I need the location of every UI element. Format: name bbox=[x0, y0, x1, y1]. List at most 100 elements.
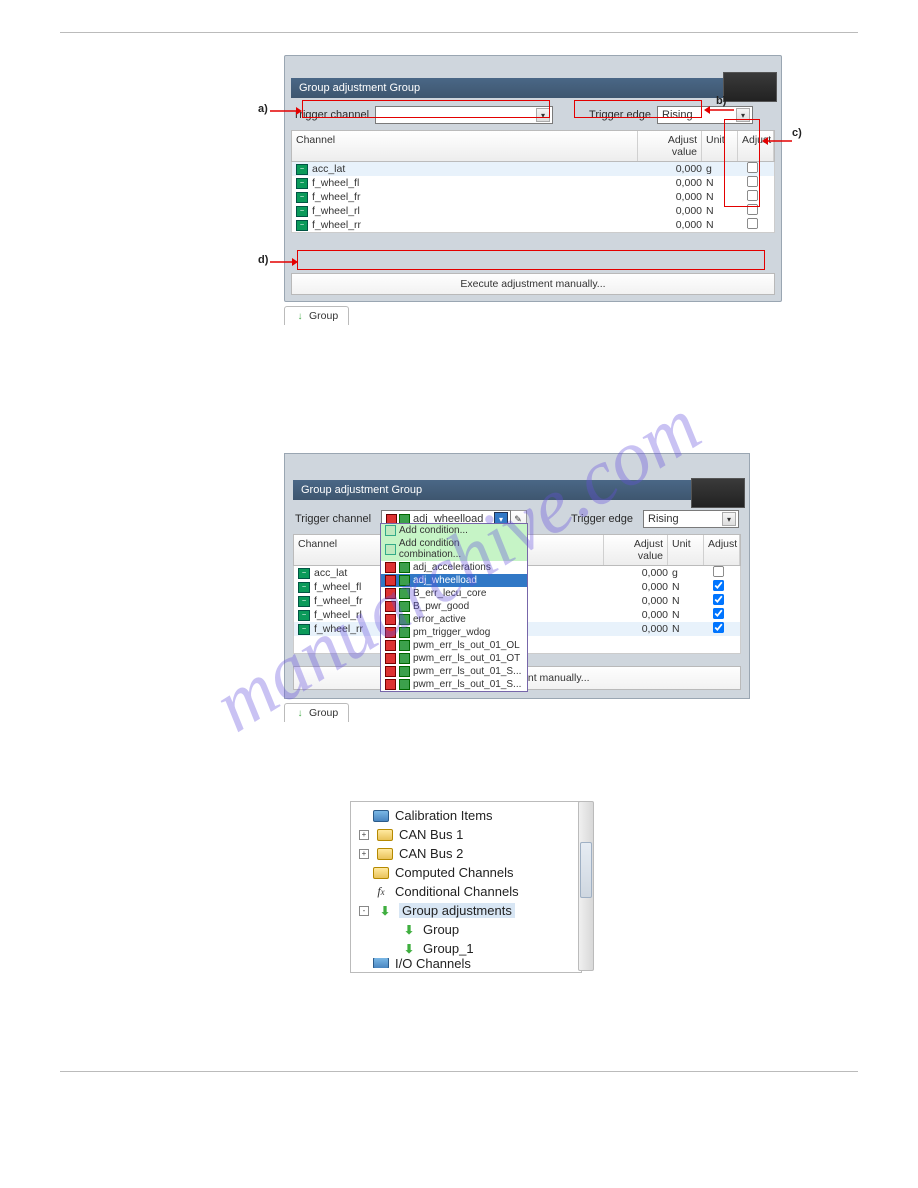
tab-strip: ↓ Group bbox=[284, 703, 750, 722]
tree-label: Group adjustments bbox=[399, 903, 515, 918]
dd-add-condition[interactable]: Add condition... bbox=[381, 524, 527, 537]
condition-icon bbox=[385, 601, 396, 612]
dropdown-item[interactable]: error_active bbox=[381, 613, 527, 626]
trigger-channel-label: Trigger channel bbox=[295, 513, 371, 525]
arrow-right-icon bbox=[270, 107, 302, 115]
unit: N bbox=[668, 623, 700, 635]
dropdown-item[interactable]: adj_accelerations bbox=[381, 561, 527, 574]
channel-name: f_wheel_rl bbox=[312, 205, 638, 217]
channel-row[interactable]: ~f_wheel_fr0,000N bbox=[292, 190, 774, 204]
trigger-channel-dropdown[interactable]: Add condition... Add condition combinati… bbox=[380, 523, 528, 692]
dd-label: Add condition... bbox=[399, 525, 468, 536]
unit: g bbox=[668, 567, 700, 579]
channel-name: acc_lat bbox=[312, 163, 638, 175]
dropdown-label: B_err_lecu_core bbox=[413, 588, 486, 599]
calib-icon bbox=[373, 958, 389, 968]
device-image bbox=[691, 478, 745, 508]
channel-row[interactable]: ~acc_lat0,000g bbox=[292, 162, 774, 176]
expander-icon[interactable]: + bbox=[359, 830, 369, 840]
dropdown-item[interactable]: pwm_err_ls_out_01_OL bbox=[381, 639, 527, 652]
tree-label: CAN Bus 1 bbox=[399, 827, 463, 842]
tree-item[interactable]: I/O Channels bbox=[357, 958, 575, 968]
tab-group[interactable]: ↓ Group bbox=[284, 703, 349, 722]
project-tree[interactable]: Calibration Items + CAN Bus 1 +CAN Bus 2 Com… bbox=[350, 801, 582, 973]
dropdown-label: pwm_err_ls_out_01_OT bbox=[413, 653, 520, 664]
adjust-checkbox[interactable] bbox=[712, 622, 723, 633]
expander-icon[interactable]: - bbox=[359, 906, 369, 916]
tree-item[interactable]: + CAN Bus 1 bbox=[357, 825, 575, 844]
adjust-value: 0,000 bbox=[604, 595, 668, 607]
channel-icon bbox=[399, 601, 410, 612]
tree-item[interactable]: -⬇ Group adjustments bbox=[357, 901, 575, 920]
col-channel[interactable]: Channel bbox=[292, 131, 638, 161]
dropdown-label: pwm_err_ls_out_01_OL bbox=[413, 640, 520, 651]
tree-item[interactable]: +CAN Bus 2 bbox=[357, 844, 575, 863]
trigger-edge-combo[interactable]: Rising ▾ bbox=[643, 510, 739, 528]
annotation-a: a) bbox=[258, 103, 268, 115]
condition-icon bbox=[385, 562, 396, 573]
tree-item[interactable]: Calibration Items bbox=[357, 806, 575, 825]
execute-adjustment-button[interactable]: Execute adjustment manually... bbox=[291, 273, 775, 295]
calib-icon bbox=[373, 810, 389, 822]
dropdown-item[interactable]: pwm_err_ls_out_01_S... bbox=[381, 678, 527, 691]
scrollbar[interactable] bbox=[578, 801, 594, 971]
channel-icon bbox=[399, 666, 410, 677]
expander-icon[interactable]: + bbox=[359, 849, 369, 859]
channel-icon: ~ bbox=[296, 178, 308, 189]
dropdown-label: adj_wheelload bbox=[413, 575, 477, 586]
dropdown-item[interactable]: pm_trigger_wdog bbox=[381, 626, 527, 639]
adjust-checkbox[interactable] bbox=[712, 566, 723, 577]
tree-item[interactable]: ⬇Group bbox=[357, 920, 575, 939]
arrow-left-icon bbox=[704, 106, 734, 114]
dropdown-item[interactable]: adj_wheelload bbox=[381, 574, 527, 587]
tree-label: Computed Channels bbox=[395, 865, 514, 880]
channel-icon bbox=[399, 627, 410, 638]
channel-icon: ~ bbox=[298, 596, 310, 607]
adjust-value: 0,000 bbox=[604, 623, 668, 635]
unit: N bbox=[668, 581, 700, 593]
channel-icon: ~ bbox=[298, 624, 310, 635]
dropdown-label: B_pwr_good bbox=[413, 601, 469, 612]
dropdown-item[interactable]: pwm_err_ls_out_01_OT bbox=[381, 652, 527, 665]
adjust-checkbox[interactable] bbox=[746, 218, 757, 229]
adjust-value: 0,000 bbox=[638, 219, 702, 231]
dd-add-condition-combination[interactable]: Add condition combination... bbox=[381, 537, 527, 561]
down-arrow-icon: ↓ bbox=[295, 708, 305, 718]
dropdown-label: pwm_err_ls_out_01_S... bbox=[413, 679, 521, 690]
col-unit[interactable]: Unit bbox=[668, 535, 704, 565]
chevron-down-icon[interactable]: ▾ bbox=[722, 512, 736, 526]
tree-label: Conditional Channels bbox=[395, 884, 519, 899]
dropdown-item[interactable]: B_pwr_good bbox=[381, 600, 527, 613]
tree-item[interactable]: ⬇Group_1 bbox=[357, 939, 575, 958]
down-arrow-icon: ⬇ bbox=[401, 942, 417, 956]
tree-item[interactable]: fxConditional Channels bbox=[357, 882, 575, 901]
dd-label: Add condition combination... bbox=[399, 538, 523, 560]
annotation-d: d) bbox=[258, 254, 268, 266]
condition-icon bbox=[385, 588, 396, 599]
adjust-value: 0,000 bbox=[604, 581, 668, 593]
tab-strip: ↓ Group bbox=[284, 306, 782, 325]
channel-row[interactable]: ~f_wheel_rr0,000N bbox=[292, 218, 774, 232]
dropdown-label: error_active bbox=[413, 614, 466, 625]
channel-row[interactable]: ~f_wheel_rl0,000N bbox=[292, 204, 774, 218]
col-adjust-value[interactable]: Adjust value bbox=[638, 131, 702, 161]
adjust-checkbox[interactable] bbox=[712, 594, 723, 605]
adjust-checkbox[interactable] bbox=[712, 608, 723, 619]
adjust-checkbox[interactable] bbox=[712, 580, 723, 591]
condition-icon bbox=[385, 614, 396, 625]
channel-row[interactable]: ~f_wheel_fl0,000N bbox=[292, 176, 774, 190]
folder-icon bbox=[377, 848, 393, 860]
col-adjust-value[interactable]: Adjust value bbox=[604, 535, 668, 565]
tree-item[interactable]: Computed Channels bbox=[357, 863, 575, 882]
col-adjust[interactable]: Adjust bbox=[704, 535, 740, 565]
arrow-right-icon bbox=[270, 258, 298, 266]
dropdown-item[interactable]: B_err_lecu_core bbox=[381, 587, 527, 600]
scroll-thumb[interactable] bbox=[580, 842, 592, 898]
folder-icon bbox=[377, 829, 393, 841]
tab-group[interactable]: ↓ Group bbox=[284, 306, 349, 325]
channel-icon: ~ bbox=[298, 610, 310, 621]
channel-icon: ~ bbox=[298, 582, 310, 593]
down-arrow-icon: ⬇ bbox=[377, 904, 393, 918]
dropdown-item[interactable]: pwm_err_ls_out_01_S... bbox=[381, 665, 527, 678]
group-adjustment-panel: Group adjustment Group Trigger channel a… bbox=[284, 453, 750, 699]
